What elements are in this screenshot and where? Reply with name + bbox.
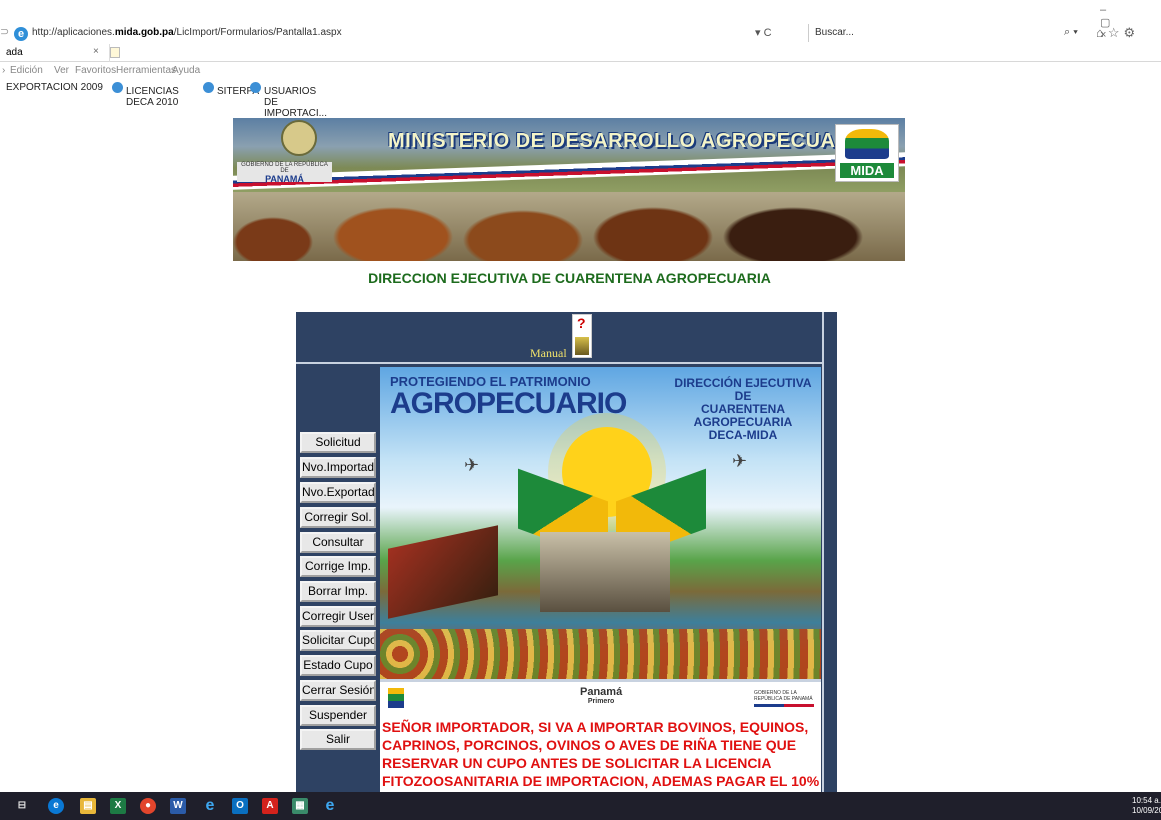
ie-favorite-icon [203,82,214,93]
internet-explorer-icon[interactable]: e [322,798,338,814]
menu-ayuda[interactable]: Ayuda [172,65,200,76]
cattle-photo [233,192,905,261]
ie-page-icon: e [14,27,28,41]
clock-time: 10:54 a. [1132,796,1161,805]
favorite-link[interactable]: SITERPA [203,82,259,97]
hero-image: PROTEGIENDO EL PATRIMONIO AGROPECUARIO D… [380,367,821,679]
train-image [388,525,498,619]
mida-logo-icon [845,129,889,159]
taskbar: ⊟ e ▤ X ● W e O A ▦ e 10:54 a. 10/09/20 [0,792,1161,820]
hero-agency: DIRECCIÓN EJECUTIVA DE CUARENTENA AGROPE… [673,377,813,442]
menu-favoritos[interactable]: Favoritos [75,65,116,76]
address-bar-row: – ▢ × ⊃ e http://aplicaciones.mida.gob.p… [0,0,1161,44]
header-banner: MINISTERIO DE DESARROLLO AGROPECUARIO GO… [233,118,905,261]
menu-prefix: › [2,65,6,76]
system-clock[interactable]: 10:54 a. 10/09/20 [1132,796,1161,816]
gov-line-1: GOBIERNO DE LA REPÚBLICA DE [241,162,328,174]
new-tab-icon[interactable] [110,47,120,58]
edge-icon[interactable]: e [48,798,64,814]
government-logo: GOBIERNO DE LA REPÚBLICA DE PANAMÁ [754,690,814,707]
banner-title: MINISTERIO DE DESARROLLO AGROPECUARIO [388,130,873,152]
footer-logos: Panamá Primero GOBIERNO DE LA REPÚBLICA … [380,682,821,714]
panama-primero-title: Panamá [580,686,623,698]
mida-logo: MIDA [835,124,899,182]
favorite-link[interactable]: USUARIOS DE IMPORTACI... [250,82,327,119]
suspender-button[interactable]: Suspender [300,705,376,726]
gov-line-2: PANAMÁ [265,174,304,184]
manual-link[interactable]: Manual [530,346,567,361]
acrobat-icon[interactable]: A [262,798,278,814]
address-url[interactable]: http://aplicaciones.mida.gob.pa/LicImpor… [32,27,342,38]
hero-agency-line-2: CUARENTENA AGROPECUARIA [693,402,793,429]
solicitud-button[interactable]: Solicitud [300,432,376,453]
nuevo-importador-button[interactable]: Nvo.Importador [300,457,376,478]
calculator-icon[interactable]: ▦ [292,798,308,814]
produce-image [380,629,821,679]
tab-title: ada [6,47,23,58]
book-icon [575,337,589,355]
panama-primero-logo: Panamá Primero [580,686,622,705]
corregir-user-button[interactable]: Corregir User [300,606,376,627]
page-heading: DIRECCION EJECUTIVA DE CUARENTENA AGROPE… [368,270,771,286]
hero-slogan: PROTEGIENDO EL PATRIMONIO AGROPECUARIO [390,375,627,420]
panel-divider [822,312,824,792]
favorite-link[interactable]: LICENCIAS DECA 2010 [112,82,179,108]
manual-book-icon[interactable]: ? [572,314,592,358]
panama-primero-sub: Primero [587,698,615,705]
tab-strip: ada × [0,44,1161,62]
excel-icon[interactable]: X [110,798,126,814]
menu-bar: › Edición Ver Favoritos Herramientas Ayu… [0,62,1161,78]
toolbar-icons[interactable]: ⌂☆⚙ [1096,25,1139,41]
ship-image [540,532,670,612]
search-input[interactable]: Buscar... [808,24,1058,42]
favorites-bar: EXPORTACION 2009 LICENCIAS DECA 2010 SIT… [0,78,1161,119]
corrige-importador-button[interactable]: Corrige Imp. [300,556,376,577]
search-icon[interactable]: ⌕ ▾ [1064,26,1078,39]
word-icon[interactable]: W [170,798,186,814]
file-explorer-icon[interactable]: ▤ [80,798,96,814]
ie-favorite-icon [112,82,123,93]
solicitar-cupos-button[interactable]: Solicitar Cupos [300,630,376,651]
chrome-icon[interactable]: ● [140,798,156,814]
airplane-icon: ✈ [464,455,480,475]
question-mark-icon: ? [577,315,586,331]
refresh-icon[interactable]: ▾ C [755,26,772,39]
corregir-solicitud-button[interactable]: Corregir Sol. [300,507,376,528]
government-tag: GOBIERNO DE LA REPÚBLICA DE PANAMÁ [237,162,332,184]
tab-active[interactable]: ada × [0,44,110,62]
hero-agency-line-1: DIRECCIÓN EJECUTIVA DE [674,376,812,403]
hero-agency-line-3: DECA-MIDA [708,428,778,442]
consultar-button[interactable]: Consultar [300,532,376,553]
menu-edicion[interactable]: Edición [10,65,43,76]
nuevo-exportador-button[interactable]: Nvo.Exportador [300,482,376,503]
internet-explorer-icon[interactable]: e [202,798,218,814]
panama-crest-icon [281,120,317,156]
task-view-icon[interactable]: ⊟ [14,798,30,814]
favorite-link[interactable]: EXPORTACION 2009 [6,82,103,93]
forward-arrow-icon[interactable]: ⊃ [0,25,14,41]
close-icon[interactable]: × [93,46,99,57]
menu-ver[interactable]: Ver [54,65,69,76]
borrar-importador-button[interactable]: Borrar Imp. [300,581,376,602]
clock-date: 10/09/20 [1132,806,1161,815]
outlook-icon[interactable]: O [232,798,248,814]
cerrar-sesion-button[interactable]: Cerrar Sesión [300,680,376,701]
estado-cupo-button[interactable]: Estado Cupo [300,655,376,676]
mida-logo-icon [388,688,404,708]
import-notice: SEÑOR IMPORTADOR, SI VA A IMPORTAR BOVIN… [380,714,821,792]
mida-logo-text: MIDA [840,163,894,178]
menu-herramientas[interactable]: Herramientas [116,65,176,76]
hero-slogan-big: AGROPECUARIO [390,387,627,420]
manual-row: Manual ? [296,312,822,364]
salir-button[interactable]: Salir [300,729,376,750]
airplane-icon: ✈ [732,451,748,471]
ie-favorite-icon [250,82,261,93]
flag-stripe [233,152,905,190]
